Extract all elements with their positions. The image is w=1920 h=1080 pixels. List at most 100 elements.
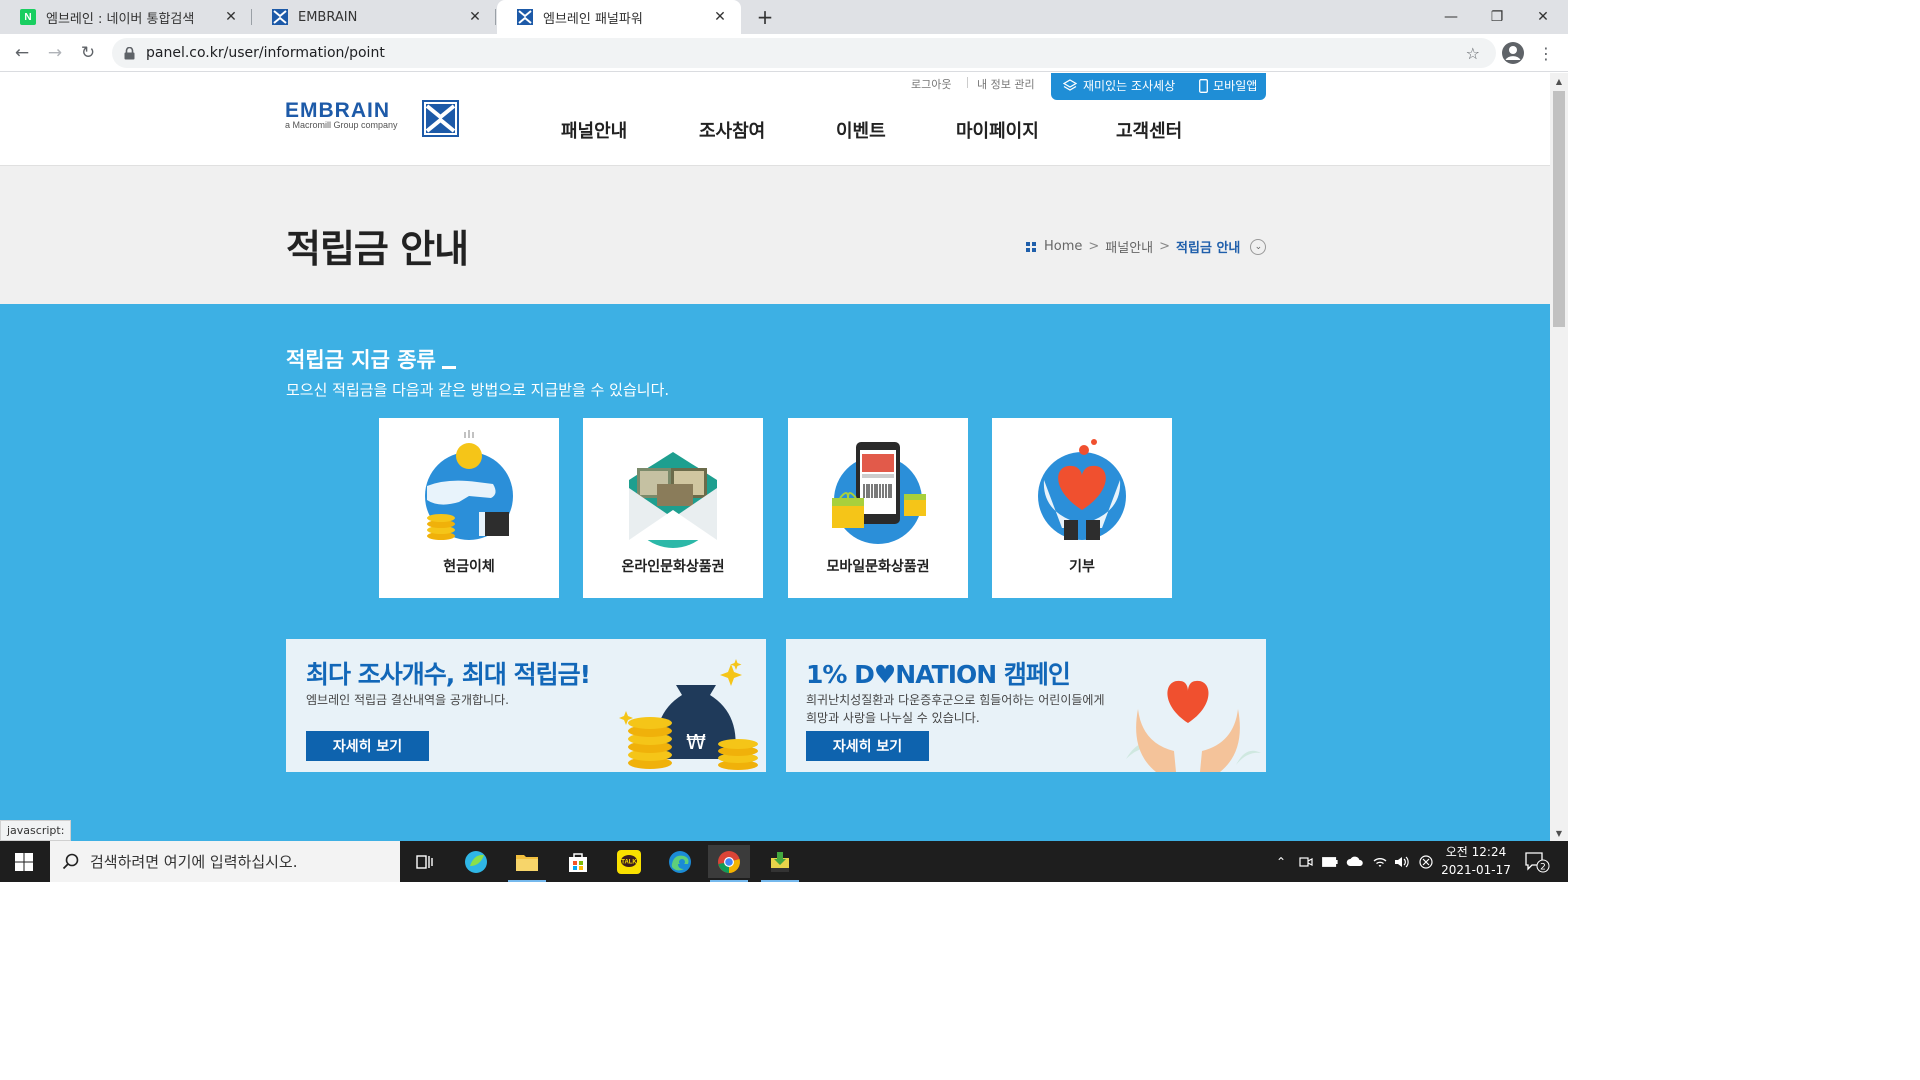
tab-title: 엠브레인 : 네이버 통합검색 <box>46 11 195 27</box>
app-leaf-icon[interactable] <box>455 845 497 878</box>
section-title-text: 적립금 지급 종류 <box>286 348 436 372</box>
site-header: EMBRAIN a Macromill Group company 로그아웃 내… <box>0 73 1550 166</box>
taskbar-search-placeholder: 검색하려면 여기에 입력하십시오. <box>90 853 298 871</box>
card-label: 온라인문화상품권 <box>621 559 725 575</box>
breadcrumb: Home > 패널안내 > 적립금 안내 ⌄ <box>1026 237 1267 256</box>
breadcrumb-current: 적립금 안내 <box>1176 241 1241 256</box>
running-indicator <box>710 880 748 882</box>
tab-panelpower[interactable]: 엠브레인 패널파워 ✕ <box>497 0 741 34</box>
taskbar-search-box[interactable]: 검색하려면 여기에 입력하십시오. <box>50 841 400 882</box>
new-tab-button[interactable]: + <box>752 4 778 30</box>
forward-arrow-icon[interactable]: → <box>41 39 69 67</box>
chrome-browser-icon[interactable] <box>708 845 750 882</box>
restore-icon[interactable]: ❐ <box>1474 0 1520 34</box>
battery-icon[interactable] <box>1320 841 1340 882</box>
archive-app-icon[interactable] <box>759 845 801 882</box>
tab-strip: N 엠브레인 : 네이버 통합검색 ✕ EMBRAIN ✕ 엠브레인 패널파워 … <box>0 0 1568 34</box>
home-grid-icon <box>1026 241 1036 252</box>
util-divider <box>967 77 968 88</box>
mobile-app-label: 모바일앱 <box>1213 79 1258 93</box>
lock-icon <box>122 46 136 60</box>
svg-text:TALK: TALK <box>621 859 637 865</box>
banner-reward-stats[interactable]: ₩ 최다 조사개수, 최대 적립금! 엠브레인 적립금 결산내역을 공개합니다.… <box>286 639 766 772</box>
fun-survey-label: 재미있는 조사세상 <box>1083 79 1176 93</box>
nav-event[interactable]: 이벤트 <box>836 117 886 143</box>
mobile-app-link[interactable]: 모바일앱 <box>1187 77 1269 94</box>
wifi-icon[interactable] <box>1370 841 1390 882</box>
donation-heart-icon <box>1038 439 1126 540</box>
title-underscore <box>441 365 456 369</box>
clock-time: 오전 12:24 <box>1445 845 1507 859</box>
system-clock[interactable]: 오전 12:24 2021-01-17 <box>1436 843 1516 879</box>
minimize-icon[interactable]: — <box>1428 0 1474 34</box>
card-label: 기부 <box>1069 559 1095 575</box>
embrain-logo[interactable]: EMBRAIN a Macromill Group company <box>285 99 461 141</box>
scrollbar-thumb[interactable] <box>1553 91 1565 327</box>
chevron-down-icon[interactable]: ⌄ <box>1250 238 1267 255</box>
menu-kebab-icon[interactable]: ⋮ <box>1536 40 1556 66</box>
no-network-icon[interactable] <box>1416 841 1436 882</box>
address-bar[interactable]: panel.co.kr/user/information/point ☆ <box>112 38 1496 68</box>
reward-card-cash[interactable]: 현금이체 <box>379 418 559 598</box>
reward-card-online-gift[interactable]: 온라인문화상품권 <box>583 418 763 598</box>
nav-customer-center[interactable]: 고객센터 <box>1116 117 1182 143</box>
embrain-icon <box>272 9 288 25</box>
volume-icon[interactable] <box>1392 841 1412 882</box>
mobile-gift-card-icon <box>832 442 926 544</box>
tab-naver[interactable]: N 엠브레인 : 네이버 통합검색 ✕ <box>0 0 252 34</box>
nav-mypage[interactable]: 마이페이지 <box>956 117 1039 143</box>
close-tab-icon[interactable]: ✕ <box>222 8 240 26</box>
reload-icon[interactable]: ↻ <box>74 39 102 67</box>
fun-survey-link[interactable]: 재미있는 조사세상 <box>1051 77 1187 94</box>
tab-title: EMBRAIN <box>298 9 358 25</box>
logout-link[interactable]: 로그아웃 <box>911 76 951 92</box>
running-indicator <box>761 880 799 882</box>
top-blue-menu: 재미있는 조사세상 모바일앱 <box>1051 73 1266 100</box>
notification-count: 2 <box>1540 862 1546 872</box>
reward-card-donation[interactable]: 기부 <box>992 418 1172 598</box>
tab-embrain[interactable]: EMBRAIN ✕ <box>252 0 496 34</box>
back-arrow-icon[interactable]: ← <box>8 39 36 67</box>
clock-date: 2021-01-17 <box>1441 863 1511 877</box>
embrain-mark-icon <box>422 100 459 137</box>
browser-toolbar: ← → ↻ panel.co.kr/user/information/point… <box>0 34 1568 72</box>
breadcrumb-home[interactable]: Home <box>1044 239 1082 254</box>
task-view-icon[interactable] <box>404 845 446 878</box>
banner-line: 희망과 사랑을 나누실 수 있습니다. <box>806 711 980 725</box>
nav-survey[interactable]: 조사참여 <box>699 117 765 143</box>
my-info-link[interactable]: 내 정보 관리 <box>977 76 1035 92</box>
notification-center-icon[interactable]: 2 <box>1522 841 1552 882</box>
breadcrumb-panel-info[interactable]: 패널안내 <box>1105 237 1153 256</box>
close-tab-icon[interactable]: ✕ <box>711 8 729 26</box>
windows-start-icon[interactable] <box>0 841 48 882</box>
close-window-icon[interactable]: ✕ <box>1520 0 1566 34</box>
layers-icon <box>1063 78 1077 91</box>
naver-icon: N <box>20 9 36 25</box>
page-scrollbar[interactable]: ▲ ▼ <box>1550 73 1568 841</box>
file-explorer-icon[interactable] <box>506 845 548 882</box>
show-hidden-icons-chevron-icon[interactable]: ⌃ <box>1270 841 1292 882</box>
onedrive-cloud-icon[interactable] <box>1344 841 1366 882</box>
breadcrumb-separator: > <box>1159 239 1171 254</box>
meet-now-icon[interactable] <box>1296 841 1316 882</box>
breadcrumb-separator: > <box>1088 239 1100 254</box>
card-label: 현금이체 <box>443 559 495 575</box>
scroll-up-arrow-icon[interactable]: ▲ <box>1550 73 1568 89</box>
banner-donation-campaign[interactable]: 1% D♥NATION 캠페인 희귀난치성질환과 다운증후군으로 힘들어하는 어… <box>786 639 1266 772</box>
nav-panel-info[interactable]: 패널안내 <box>561 117 627 143</box>
reward-card-mobile-gift[interactable]: 모바일문화상품권 <box>788 418 968 598</box>
microsoft-store-icon[interactable] <box>557 845 599 878</box>
edge-browser-icon[interactable] <box>659 845 701 878</box>
bookmark-star-icon[interactable]: ☆ <box>1466 44 1480 63</box>
banner-detail-button[interactable]: 자세히 보기 <box>806 731 929 761</box>
card-label: 모바일문화상품권 <box>826 559 930 575</box>
banner-detail-button[interactable]: 자세히 보기 <box>306 731 429 761</box>
kakaotalk-icon[interactable]: TALK <box>608 845 650 878</box>
banner-description: 희귀난치성질환과 다운증후군으로 힘들어하는 어린이들에게 희망과 사랑을 나누실… <box>806 691 1105 727</box>
scroll-down-arrow-icon[interactable]: ▼ <box>1550 825 1568 841</box>
profile-avatar-icon[interactable] <box>1500 40 1526 66</box>
close-tab-icon[interactable]: ✕ <box>466 8 484 26</box>
windows-taskbar: 검색하려면 여기에 입력하십시오. TALK ⌃ 오전 12:24 2021-0… <box>0 841 1568 882</box>
reward-types-section: 적립금 지급 종류 모으신 적립금을 다음과 같은 방법으로 지급받을 수 있습… <box>0 304 1550 841</box>
page-title: 적립금 안내 <box>286 227 469 271</box>
